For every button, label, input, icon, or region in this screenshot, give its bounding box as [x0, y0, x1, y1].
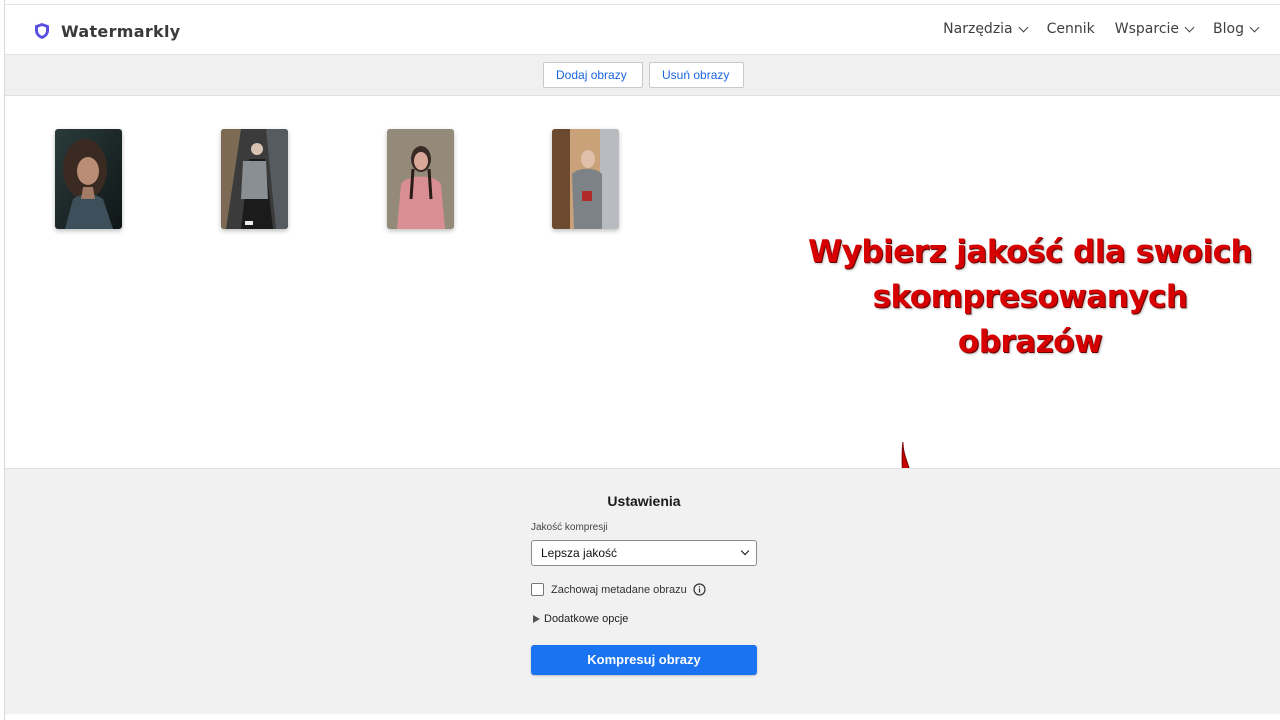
instruction-callout: Wybierz jakość dla swoich skompresowanyc… [800, 230, 1260, 365]
thumbnail-coat-city [221, 129, 288, 229]
menu-item-label: Narzędzia [943, 21, 1013, 37]
remove-images-button[interactable]: Usuń obrazy [649, 62, 744, 88]
app-window: Watermarkly Narzędzia Cennik Wsparcie Bl… [0, 0, 1280, 720]
metadata-option: Zachowaj metadane obrazu [531, 583, 706, 596]
top-navigation: Watermarkly Narzędzia Cennik Wsparcie Bl… [5, 5, 1280, 55]
menu-item-blog[interactable]: Blog [1213, 21, 1260, 37]
menu-item-label: Blog [1213, 21, 1244, 37]
settings-title: Ustawienia [607, 493, 681, 509]
image-thumbnail[interactable] [221, 129, 288, 229]
more-options-toggle[interactable]: Dodatkowe opcje [533, 613, 628, 625]
menu-item-label: Cennik [1046, 21, 1095, 37]
metadata-label: Zachowaj metadane obrazu [551, 583, 687, 596]
menu-item-label: Wsparcie [1114, 21, 1180, 37]
thumbnail-pink-jacket [387, 129, 454, 229]
quality-select[interactable]: Lepsza jakość [531, 540, 757, 566]
thumbnail-grey-scarf [552, 129, 619, 229]
info-icon[interactable] [693, 583, 706, 596]
thumbnail-portrait-dark [55, 129, 122, 229]
chevron-down-icon [740, 546, 750, 556]
menu-item-wsparcie[interactable]: Wsparcie [1114, 21, 1195, 37]
add-images-button[interactable]: Dodaj obrazy [543, 62, 643, 88]
shield-icon [35, 23, 49, 39]
quality-label: Jakość kompresji [531, 522, 608, 533]
image-toolbar: Dodaj obrazy Usuń obrazy [5, 55, 1280, 96]
image-thumbnail[interactable] [55, 129, 122, 229]
more-options-label: Dodatkowe opcje [544, 613, 629, 625]
callout-line: Wybierz jakość dla swoich [807, 234, 1253, 270]
brand-name: Watermarkly [61, 21, 181, 41]
quality-selected-value: Lepsza jakość [541, 546, 618, 560]
callout-line: skompresowanych [872, 279, 1188, 315]
metadata-checkbox[interactable] [531, 583, 544, 596]
image-thumbnail[interactable] [387, 129, 454, 229]
image-thumbnail[interactable] [552, 129, 619, 229]
menu-item-cennik[interactable]: Cennik [1047, 21, 1095, 37]
chevron-down-icon [1184, 22, 1195, 32]
settings-panel: Ustawienia Jakość kompresji Lepsza jakoś… [5, 468, 1280, 714]
triangle-right-icon [533, 615, 540, 623]
main-menu: Narzędzia Cennik Wsparcie Blog [943, 21, 1260, 37]
brand-logo[interactable]: Watermarkly [33, 20, 180, 42]
menu-item-narzedzia[interactable]: Narzędzia [943, 21, 1029, 37]
callout-line: obrazów [957, 324, 1103, 360]
chevron-down-icon [1249, 22, 1260, 32]
compress-button[interactable]: Kompresuj obrazy [531, 645, 757, 675]
chevron-down-icon [1018, 22, 1029, 32]
